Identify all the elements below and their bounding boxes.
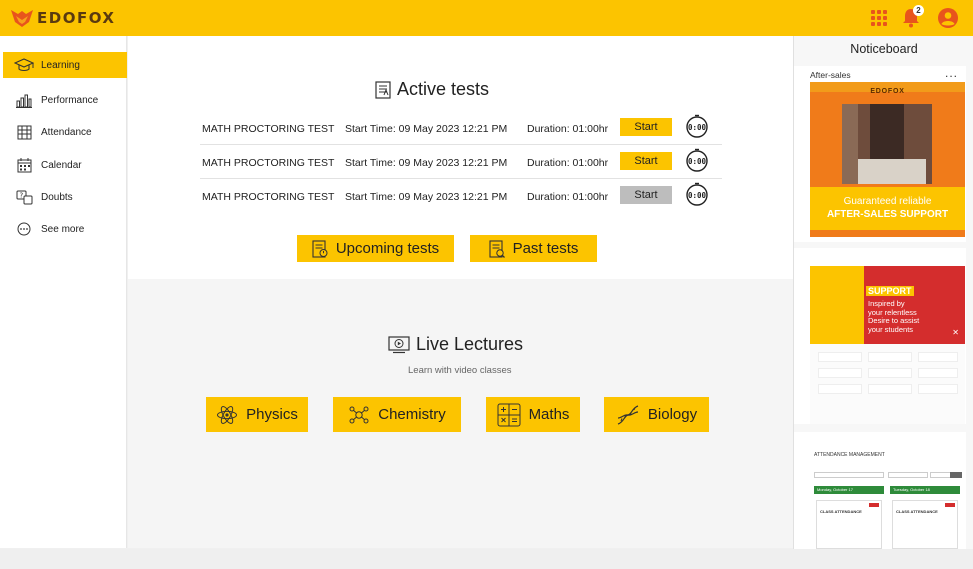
sidebar: Learning Performance Attendance Calendar… — [0, 36, 127, 548]
live-lectures-heading: Live Lectures — [388, 334, 523, 355]
user-avatar-icon[interactable] — [937, 7, 959, 29]
svg-text:0:00: 0:00 — [688, 123, 707, 132]
doubts-icon: ? — [13, 188, 35, 206]
video-screen-icon — [388, 335, 410, 354]
test-row: MATH PROCTORING TEST Start Time: 09 May … — [200, 179, 722, 213]
sidebar-item-label: Calendar — [41, 159, 82, 171]
past-tests-icon — [489, 239, 505, 258]
svg-text:0:00: 0:00 — [688, 191, 707, 200]
noticeboard-panel: Noticeboard After-sales ... EDOFOX Guara… — [793, 36, 973, 549]
sidebar-item-calendar[interactable]: Calendar — [3, 152, 127, 178]
test-start-time: Start Time: 09 May 2023 12:21 PM — [345, 123, 508, 135]
calculator-icon — [497, 403, 521, 427]
subject-physics-button[interactable]: Physics — [206, 397, 308, 432]
sidebar-item-label: See more — [41, 223, 85, 235]
brand-name: EDOFOX — [37, 9, 116, 27]
stopwatch-icon: 0:00 — [686, 148, 708, 172]
fox-logo-icon — [11, 10, 33, 27]
test-name: MATH PROCTORING TEST — [202, 157, 335, 169]
calendar-icon — [13, 156, 35, 174]
start-test-button-disabled[interactable]: Start — [620, 186, 672, 204]
noticeboard-title: Noticeboard — [850, 42, 918, 56]
sidebar-item-doubts[interactable]: ? Doubts — [3, 184, 127, 210]
notifications-button[interactable]: 2 — [901, 5, 924, 29]
more-icon — [13, 220, 35, 238]
support-banner: SUPPORT Inspired by your relentless Desi… — [810, 266, 965, 424]
svg-text:0:00: 0:00 — [688, 157, 707, 166]
dashboard-thumbnail — [818, 346, 958, 416]
test-duration: Duration: 01:00hr — [527, 157, 609, 169]
test-row: MATH PROCTORING TEST Start Time: 09 May … — [200, 145, 722, 179]
bar-chart-icon — [13, 91, 35, 109]
molecule-icon — [348, 404, 370, 426]
sidebar-item-label: Doubts — [41, 191, 73, 203]
test-duration: Duration: 01:00hr — [527, 123, 609, 135]
sidebar-item-label: Attendance — [41, 126, 92, 138]
test-name: MATH PROCTORING TEST — [202, 191, 335, 203]
sidebar-item-learning[interactable]: Learning — [3, 52, 127, 78]
test-name: MATH PROCTORING TEST — [202, 123, 335, 135]
sidebar-item-performance[interactable]: Performance — [3, 87, 127, 113]
notice-card-label: After-sales — [810, 70, 851, 80]
atom-icon — [216, 404, 238, 426]
test-row: MATH PROCTORING TEST Start Time: 09 May … — [200, 111, 722, 145]
sidebar-item-see-more[interactable]: See more — [3, 216, 127, 242]
stopwatch-icon: 0:00 — [686, 114, 708, 138]
business-photo — [842, 104, 932, 184]
sidebar-item-label: Performance — [41, 94, 99, 106]
more-options-icon[interactable]: ... — [945, 66, 958, 80]
attendance-thumbnail: ATTENDANCE MANAGEMENT Monday, October 17… — [810, 446, 965, 549]
sidebar-item-attendance[interactable]: Attendance — [3, 119, 127, 145]
active-tests-heading: Active tests — [375, 79, 489, 100]
test-start-time: Start Time: 09 May 2023 12:21 PM — [345, 191, 508, 203]
live-lectures-subtitle: Learn with video classes — [408, 365, 512, 376]
sidebar-item-label: Learning — [41, 59, 80, 71]
test-start-time: Start Time: 09 May 2023 12:21 PM — [345, 157, 508, 169]
start-test-button[interactable]: Start — [620, 118, 672, 136]
past-tests-button[interactable]: Past tests — [470, 235, 597, 262]
subject-maths-button[interactable]: Maths — [486, 397, 580, 432]
test-sheet-icon — [375, 80, 391, 99]
svg-text:?: ? — [19, 191, 23, 199]
top-header: EDOFOX 2 — [0, 0, 973, 36]
live-lectures-section: Live Lectures Learn with video classes P… — [128, 279, 793, 548]
bottom-strip — [0, 549, 973, 569]
apps-grid-icon[interactable] — [871, 10, 887, 26]
upcoming-tests-button[interactable]: Upcoming tests — [297, 235, 454, 262]
subject-biology-button[interactable]: Biology — [604, 397, 709, 432]
stopwatch-icon: 0:00 — [686, 182, 708, 206]
active-tests-section: Active tests MATH PROCTORING TEST Start … — [128, 36, 793, 279]
after-sales-banner: EDOFOX Guaranteed reliable AFTER-SALES S… — [810, 82, 965, 237]
notice-card-attendance[interactable]: ATTENDANCE MANAGEMENT Monday, October 17… — [794, 432, 966, 549]
notice-card-support[interactable]: SUPPORT Inspired by your relentless Desi… — [794, 248, 966, 424]
upcoming-tests-icon — [312, 239, 328, 258]
graduation-cap-icon — [13, 56, 35, 74]
notification-badge: 2 — [913, 5, 924, 16]
notice-card-after-sales[interactable]: After-sales ... EDOFOX Guaranteed reliab… — [794, 66, 966, 242]
subject-chemistry-button[interactable]: Chemistry — [333, 397, 461, 432]
test-duration: Duration: 01:00hr — [527, 191, 609, 203]
dna-icon — [616, 404, 640, 426]
start-test-button[interactable]: Start — [620, 152, 672, 170]
brand-logo[interactable]: EDOFOX — [10, 8, 115, 28]
attendance-icon — [13, 123, 35, 141]
